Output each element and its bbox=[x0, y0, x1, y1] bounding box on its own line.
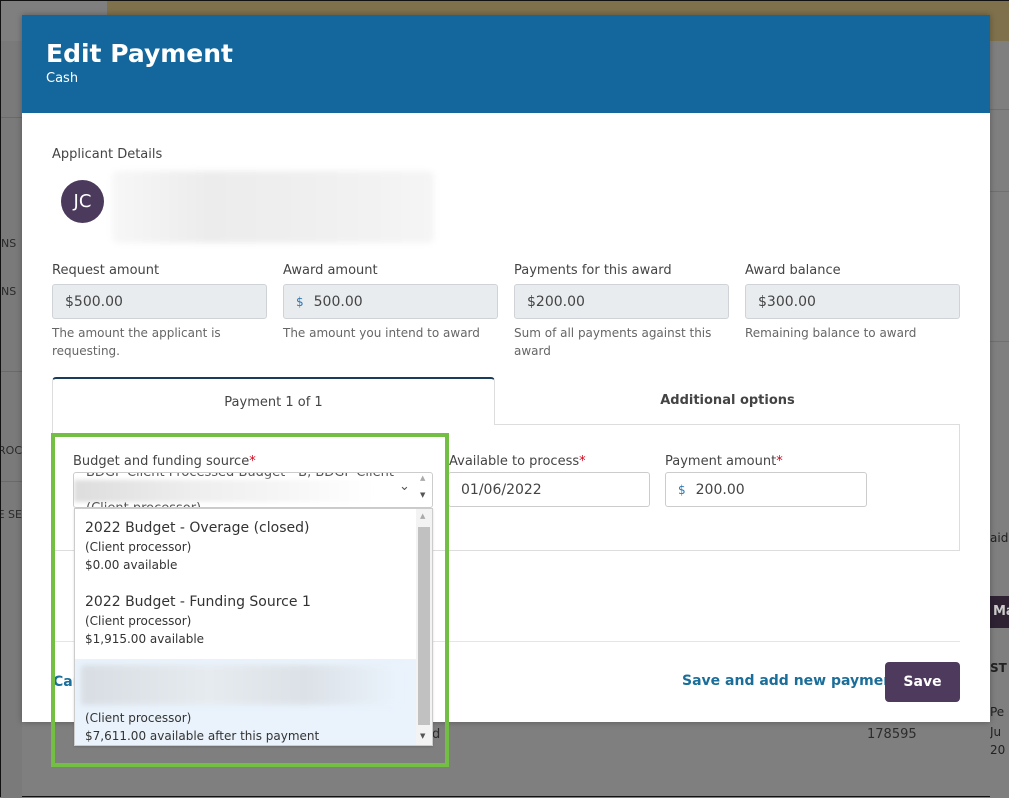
award-balance-help: Remaining balance to award bbox=[745, 326, 917, 340]
available-to-process-label: Available to process* bbox=[449, 454, 586, 469]
award-amount-help: The amount you intend to award bbox=[283, 326, 480, 340]
dollar-icon: $ bbox=[678, 482, 686, 497]
available-to-process-label-text: Available to process bbox=[449, 454, 580, 469]
background-right-panel: aid Ma ST Pe Ju 20 bbox=[990, 41, 1009, 798]
available-to-process-input[interactable]: 01/06/2022 bbox=[448, 472, 650, 507]
background-row-number: 178595 bbox=[867, 727, 917, 742]
award-balance-field: Award balance $300.00 Remaining balance … bbox=[745, 263, 960, 342]
scroll-up-icon[interactable]: ▲ bbox=[420, 512, 425, 520]
scroll-up-icon[interactable]: ▲ bbox=[420, 474, 425, 482]
budget-source-select[interactable]: BDGP Client Processed Budget - B, BDGP C… bbox=[73, 472, 433, 508]
award-balance-label: Award balance bbox=[745, 263, 841, 278]
award-balance-value: $300.00 bbox=[758, 293, 816, 310]
option-title-redacted bbox=[81, 665, 401, 705]
selected-budget-text: BDGP Client Processed Budget - B, BDGP C… bbox=[86, 472, 394, 480]
budget-source-label: Budget and funding source* bbox=[73, 454, 256, 469]
payment-amount-input[interactable]: $ 200.00 bbox=[665, 472, 867, 507]
award-amount-value: 500.00 bbox=[313, 293, 363, 310]
background-sidebar: NS NS ROC E SE bbox=[1, 41, 22, 798]
background-banner bbox=[107, 1, 1009, 15]
modal-header: Edit Payment Cash bbox=[22, 15, 990, 113]
option-title: 2022 Budget - Funding Source 1 bbox=[85, 594, 311, 610]
award-amount-input: $ 500.00 bbox=[283, 284, 498, 319]
applicant-name-redacted bbox=[112, 171, 434, 243]
available-to-process-value: 01/06/2022 bbox=[461, 481, 542, 498]
background-banner-edge bbox=[990, 1, 1009, 41]
request-amount-value: $500.00 bbox=[65, 293, 123, 310]
listbox-scrollbar[interactable]: ▲ ▼ bbox=[416, 509, 432, 745]
budget-source-label-text: Budget and funding source bbox=[73, 454, 250, 469]
option-title: 2022 Budget - Overage (closed) bbox=[85, 520, 310, 536]
background-nav-item: E SE bbox=[1, 508, 22, 521]
payment-amount-label: Payment amount* bbox=[665, 454, 783, 469]
divider bbox=[990, 109, 1009, 110]
avatar: JC bbox=[61, 180, 104, 223]
request-amount-input: $500.00 bbox=[52, 284, 267, 319]
option-processor: (Client processor) bbox=[85, 540, 192, 554]
scrollbar-thumb[interactable] bbox=[418, 527, 430, 725]
request-amount-label: Request amount bbox=[52, 263, 160, 278]
request-amount-field: Request amount $500.00 The amount the ap… bbox=[52, 263, 267, 360]
divider bbox=[990, 341, 1009, 342]
selected-budget-processor: (Client processor) bbox=[86, 501, 201, 507]
payments-for-award-input: $200.00 bbox=[514, 284, 729, 319]
modal-title: Edit Payment bbox=[46, 39, 233, 68]
option-available: $0.00 available bbox=[85, 558, 178, 572]
payment-amount-value: 200.00 bbox=[695, 481, 745, 498]
award-balance-input: $300.00 bbox=[745, 284, 960, 319]
scroll-down-icon[interactable]: ▼ bbox=[420, 732, 425, 740]
modal-subtitle: Cash bbox=[46, 71, 79, 86]
award-amount-field: Award amount $ 500.00 The amount you int… bbox=[283, 263, 498, 342]
payments-for-award-value: $200.00 bbox=[527, 293, 585, 310]
background-section-header: Ma bbox=[990, 596, 1009, 628]
payment-amount-label-text: Payment amount bbox=[665, 454, 777, 469]
save-and-add-new-payment-link[interactable]: Save and add new payment bbox=[682, 673, 900, 689]
payments-for-award-label: Payments for this award bbox=[514, 263, 672, 278]
required-indicator: * bbox=[579, 454, 586, 469]
background-nav-item: ROC bbox=[1, 444, 22, 457]
option-processor: (Client processor) bbox=[85, 614, 192, 628]
background-nav-item: NS bbox=[1, 237, 17, 250]
background-nav-item: NS bbox=[1, 285, 17, 298]
payments-for-award-help: Sum of all payments against this award bbox=[514, 326, 712, 358]
tab-additional-options[interactable]: Additional options bbox=[495, 377, 960, 425]
request-amount-help: The amount the applicant is requesting. bbox=[52, 326, 221, 358]
dropdown-option[interactable]: 2022 Budget - Overage (closed) (Client p… bbox=[75, 518, 416, 574]
award-amount-label: Award amount bbox=[283, 263, 378, 278]
option-processor: (Client processor) bbox=[85, 711, 192, 725]
scroll-down-icon[interactable]: ▼ bbox=[420, 491, 425, 499]
save-button[interactable]: Save bbox=[885, 662, 960, 702]
budget-source-listbox: 2022 Budget - Overage (closed) (Client p… bbox=[74, 508, 433, 746]
background-cell: Pe bbox=[990, 705, 1005, 719]
payments-for-award-field: Payments for this award $200.00 Sum of a… bbox=[514, 263, 729, 360]
selected-budget-redacted bbox=[74, 480, 374, 502]
divider bbox=[1, 481, 22, 482]
dropdown-option[interactable]: 2022 Budget - Funding Source 1 (Client p… bbox=[75, 592, 416, 648]
required-indicator: * bbox=[776, 454, 783, 469]
tab-payment[interactable]: Payment 1 of 1 bbox=[52, 377, 495, 425]
background-row-fragment: d bbox=[432, 727, 441, 742]
applicant-details-label: Applicant Details bbox=[52, 147, 163, 162]
dropdown-option-selected[interactable]: (Client processor) $7,611.00 available a… bbox=[75, 659, 416, 745]
background-cell: 20 bbox=[990, 743, 1006, 757]
chevron-down-icon[interactable]: ⌄ bbox=[399, 479, 410, 494]
background-text: aid bbox=[990, 531, 1009, 545]
background-column-header: ST bbox=[990, 661, 1007, 675]
option-available: $7,611.00 available after this payment bbox=[85, 729, 320, 743]
required-indicator: * bbox=[249, 454, 256, 469]
divider bbox=[1, 371, 22, 372]
option-available: $1,915.00 available bbox=[85, 632, 205, 646]
divider bbox=[990, 191, 1009, 192]
dollar-icon: $ bbox=[296, 294, 304, 309]
background-cell: Ju bbox=[990, 725, 1002, 739]
divider bbox=[1, 117, 22, 118]
